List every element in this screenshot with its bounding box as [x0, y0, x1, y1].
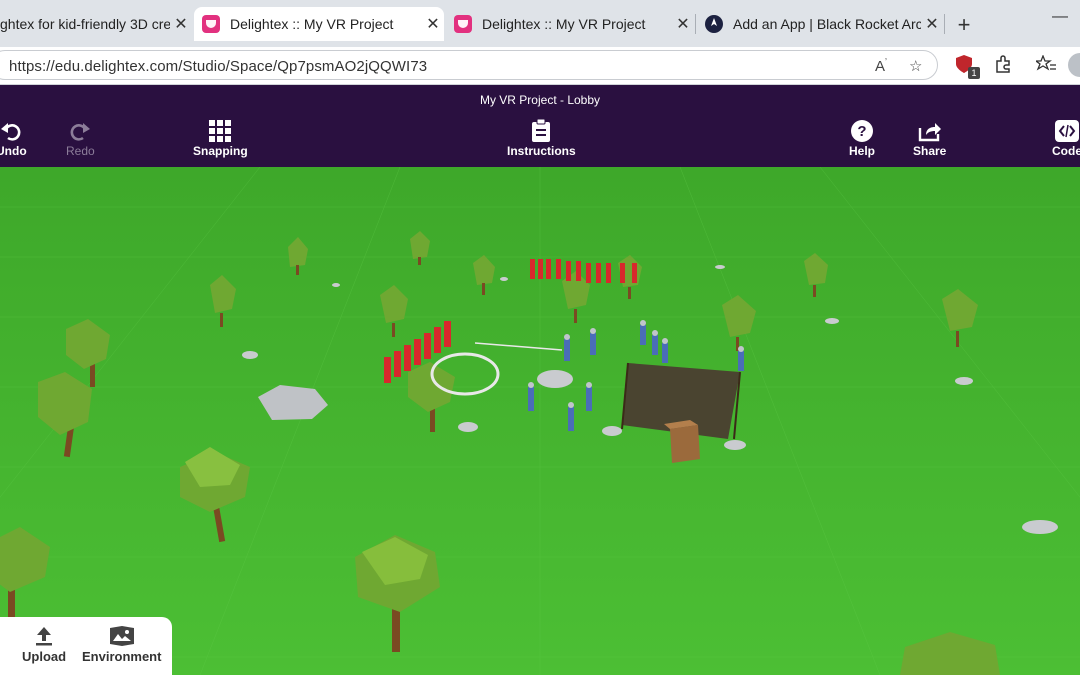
environment-button[interactable]: Environment	[82, 623, 161, 664]
undo-icon	[0, 118, 22, 144]
browser-tab-active[interactable]: Delightex :: My VR Project ✕	[194, 7, 444, 41]
address-bar-row: https://edu.delightex.com/Studio/Space/Q…	[0, 47, 1080, 85]
new-tab-button[interactable]: +	[952, 12, 976, 38]
browser-tab-strip: ghtex for kid-friendly 3D crea ✕ Delight…	[0, 0, 1080, 47]
rocket-icon	[705, 15, 723, 33]
redo-button[interactable]: Redo	[66, 118, 95, 158]
browser-tab[interactable]: Delightex :: My VR Project ✕	[446, 7, 694, 41]
code-label: Code	[1052, 144, 1080, 158]
tab-title: Delightex :: My VR Project	[482, 16, 646, 32]
instructions-button[interactable]: Instructions	[507, 118, 576, 158]
extensions-icon[interactable]	[994, 55, 1012, 78]
profile-avatar[interactable]	[1068, 53, 1080, 77]
snapping-button[interactable]: Snapping	[193, 118, 248, 158]
svg-text:?: ?	[857, 123, 866, 140]
minimize-button[interactable]: —	[1052, 8, 1068, 26]
tab-title: Delightex :: My VR Project	[230, 16, 394, 32]
undo-label: Undo	[0, 144, 27, 158]
upload-label: Upload	[22, 649, 67, 664]
share-button[interactable]: Share	[913, 118, 946, 158]
project-title: My VR Project - Lobby	[479, 93, 601, 107]
close-icon[interactable]: ✕	[921, 14, 943, 34]
delightex-icon	[454, 15, 472, 33]
help-button[interactable]: ? Help	[849, 118, 875, 158]
undo-button[interactable]: Undo	[0, 118, 27, 158]
favorite-star-icon[interactable]: ☆	[909, 57, 922, 75]
clipboard-icon	[531, 118, 551, 144]
share-icon	[918, 118, 942, 144]
close-icon[interactable]: ✕	[422, 14, 444, 34]
tab-title: ghtex for kid-friendly 3D crea	[0, 16, 170, 32]
address-bar[interactable]: https://edu.delightex.com/Studio/Space/Q…	[0, 50, 938, 80]
tab-separator	[944, 14, 945, 34]
redo-label: Redo	[66, 144, 95, 158]
code-button[interactable]: Code	[1052, 118, 1080, 158]
bottom-panel: Upload Environment	[0, 617, 172, 675]
help-icon: ?	[850, 118, 874, 144]
browser-tab[interactable]: Add an App | Black Rocket Arcade ✕	[697, 7, 943, 41]
favorites-icon[interactable]	[1034, 54, 1056, 78]
redo-icon	[69, 118, 91, 144]
environment-icon	[109, 623, 134, 649]
scene-viewport[interactable]	[0, 167, 1080, 675]
upload-icon	[34, 623, 54, 649]
grid-icon	[209, 118, 232, 144]
help-label: Help	[849, 144, 876, 158]
instructions-label: Instructions	[507, 144, 576, 158]
share-label: Share	[913, 144, 947, 158]
scene-canvas[interactable]	[0, 167, 1080, 675]
tab-separator	[695, 14, 696, 34]
browser-tab[interactable]: ghtex for kid-friendly 3D crea ✕	[0, 7, 192, 41]
delightex-icon	[202, 15, 220, 33]
read-aloud-icon[interactable]: Aʼ	[875, 57, 887, 75]
tab-title: Add an App | Black Rocket Arcade	[733, 16, 921, 32]
close-icon[interactable]: ✕	[672, 14, 694, 34]
snapping-label: Snapping	[193, 144, 248, 158]
environment-label: Environment	[82, 649, 162, 664]
code-icon	[1055, 118, 1079, 144]
close-icon[interactable]: ✕	[170, 14, 192, 34]
extension-badge: 1	[968, 67, 980, 79]
app-header: My VR Project - Lobby Undo Redo Snapping	[0, 85, 1080, 167]
upload-button[interactable]: Upload	[22, 623, 66, 664]
url-text[interactable]: https://edu.delightex.com/Studio/Space/Q…	[9, 58, 427, 75]
